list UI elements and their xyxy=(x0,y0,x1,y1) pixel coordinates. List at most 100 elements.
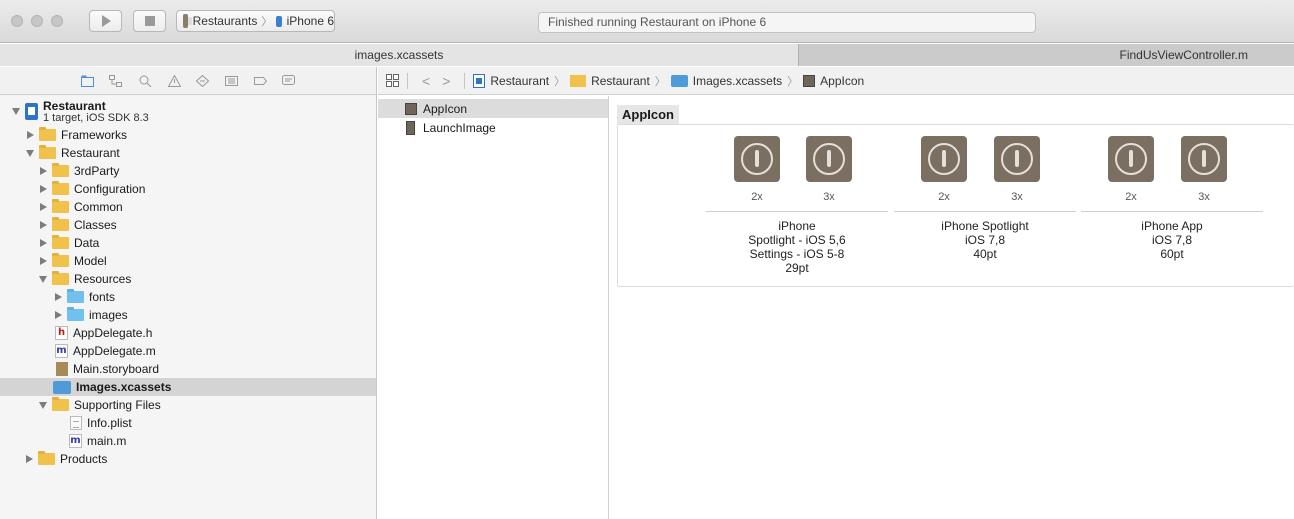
disclosure-closed-icon[interactable] xyxy=(40,167,47,175)
folder-icon xyxy=(52,217,69,231)
debug-icon[interactable] xyxy=(225,75,238,87)
tree-label: Restaurant xyxy=(61,146,120,160)
tree-row-model[interactable]: Model xyxy=(0,252,376,270)
tree-label: Info.plist xyxy=(87,416,132,430)
tree-row-main-m[interactable]: m main.m xyxy=(0,432,376,450)
folder-icon xyxy=(38,451,55,465)
icon-slot-40pt-3x[interactable] xyxy=(994,136,1040,182)
tree-label: 3rdParty xyxy=(74,164,120,178)
scheme-project-label: Restaurants xyxy=(192,14,258,28)
tree-row-images-xcassets[interactable]: Images.xcassets xyxy=(0,378,376,396)
stop-icon xyxy=(144,16,155,26)
fork-icon xyxy=(755,150,759,167)
scale-label: 2x xyxy=(938,191,950,203)
tree-row-main-storyboard[interactable]: Main.storyboard xyxy=(0,360,376,378)
close-window-button[interactable] xyxy=(11,15,23,27)
tab-images-xcassets[interactable]: images.xcassets xyxy=(0,44,798,66)
tree-row-appdelegate-h[interactable]: h AppDelegate.h xyxy=(0,324,376,342)
tree-row-classes[interactable]: Classes xyxy=(0,216,376,234)
forward-arrow-icon[interactable]: > xyxy=(442,73,450,89)
search-icon[interactable] xyxy=(139,75,152,87)
tree-row-products[interactable]: Products xyxy=(0,450,376,468)
storyboard-file-icon xyxy=(56,362,68,376)
tree-row-info-plist[interactable]: Info.plist xyxy=(0,414,376,432)
tree-label: Supporting Files xyxy=(74,398,161,412)
tree-row-frameworks[interactable]: Frameworks xyxy=(0,126,376,144)
blue-folder-icon xyxy=(67,289,84,303)
header-file-icon: h xyxy=(55,326,68,340)
disclosure-open-icon[interactable] xyxy=(39,401,47,409)
tree-row-configuration[interactable]: Configuration xyxy=(0,180,376,198)
related-items-icon[interactable] xyxy=(386,74,399,87)
tab-findusviewcontroller[interactable]: FindUsViewController.m xyxy=(798,44,1294,66)
scale-label: 2x xyxy=(1125,191,1137,203)
warning-icon[interactable] xyxy=(168,75,181,87)
asset-set-label: AppIcon xyxy=(423,101,468,116)
tree-label: main.m xyxy=(87,434,127,448)
disclosure-closed-icon[interactable] xyxy=(40,257,47,265)
tree-label: Classes xyxy=(74,218,117,232)
implementation-file-icon: m xyxy=(55,344,68,358)
tree-row-images[interactable]: images xyxy=(0,306,376,324)
disclosure-closed-icon[interactable] xyxy=(26,455,33,463)
symbol-icon[interactable] xyxy=(109,75,122,87)
folder-icon xyxy=(39,145,56,159)
icon-slot-60pt-2x[interactable] xyxy=(1108,136,1154,182)
folder-icon xyxy=(52,163,69,177)
xcode-project-icon xyxy=(25,103,38,120)
disclosure-open-icon[interactable] xyxy=(12,108,20,115)
disclosure-closed-icon[interactable] xyxy=(40,203,47,211)
stop-button[interactable] xyxy=(133,10,166,32)
breadcrumb-group[interactable]: Restaurant xyxy=(591,74,650,88)
disclosure-closed-icon[interactable] xyxy=(55,311,62,319)
tree-row-resources[interactable]: Resources xyxy=(0,270,376,288)
tree-row-project[interactable]: Restaurant 1 target, iOS SDK 8.3 xyxy=(0,98,376,125)
disclosure-closed-icon[interactable] xyxy=(40,185,47,193)
zoom-window-button[interactable] xyxy=(51,15,63,27)
run-button[interactable] xyxy=(89,10,122,32)
editor-tab-bar: images.xcassets FindUsViewController.m xyxy=(0,44,1294,66)
folder-icon xyxy=(570,74,587,87)
tree-label: AppDelegate.m xyxy=(73,344,156,358)
test-icon[interactable] xyxy=(196,75,209,87)
asset-set-launchimage[interactable]: LaunchImage xyxy=(378,118,608,137)
disclosure-closed-icon[interactable] xyxy=(40,239,47,247)
breadcrumb-project[interactable]: Restaurant xyxy=(490,74,549,88)
chevron-right-icon: 〉 xyxy=(554,75,566,88)
folder-icon xyxy=(52,181,69,195)
scheme-selector[interactable]: Restaurants 〉 iPhone 6 xyxy=(176,10,335,32)
tree-row-data[interactable]: Data xyxy=(0,234,376,252)
icon-slot-40pt-2x[interactable] xyxy=(921,136,967,182)
breadcrumb-assets[interactable]: Images.xcassets xyxy=(693,74,782,88)
folder-icon[interactable] xyxy=(81,75,94,87)
group-label-29pt: iPhone Spotlight - iOS 5,6 Settings - iO… xyxy=(748,219,846,275)
disclosure-open-icon[interactable] xyxy=(26,149,34,157)
icon-slot-29pt-3x[interactable] xyxy=(806,136,852,182)
folder-icon xyxy=(52,397,69,411)
disclosure-closed-icon[interactable] xyxy=(55,293,62,301)
group-label-40pt: iPhone Spotlight iOS 7,8 40pt xyxy=(941,219,1029,261)
tree-label: AppDelegate.h xyxy=(73,326,153,340)
log-icon[interactable] xyxy=(282,75,295,87)
window-toolbar: Restaurants 〉 iPhone 6 Finished running … xyxy=(0,0,1294,43)
tree-row-restaurant-group[interactable]: Restaurant xyxy=(0,144,376,162)
tree-row-supporting-files[interactable]: Supporting Files xyxy=(0,396,376,414)
breadcrumb-appicon[interactable]: AppIcon xyxy=(820,74,864,88)
tree-label: Main.storyboard xyxy=(73,362,160,376)
tree-row-fonts[interactable]: fonts xyxy=(0,288,376,306)
icon-slot-29pt-2x[interactable] xyxy=(734,136,780,182)
group-divider xyxy=(894,211,1076,212)
disclosure-open-icon[interactable] xyxy=(39,275,47,283)
tree-row-common[interactable]: Common xyxy=(0,198,376,216)
breakpoint-icon[interactable] xyxy=(254,75,267,87)
disclosure-closed-icon[interactable] xyxy=(27,131,34,139)
folder-icon xyxy=(52,271,69,285)
asset-set-appicon[interactable]: AppIcon xyxy=(378,99,608,118)
disclosure-closed-icon[interactable] xyxy=(40,221,47,229)
icon-slot-60pt-3x[interactable] xyxy=(1181,136,1227,182)
tree-row-appdelegate-m[interactable]: m AppDelegate.m xyxy=(0,342,376,360)
project-subtitle: 1 target, iOS SDK 8.3 xyxy=(43,111,149,124)
back-arrow-icon[interactable]: < xyxy=(422,73,430,89)
minimize-window-button[interactable] xyxy=(31,15,43,27)
tree-row-3rdparty[interactable]: 3rdParty xyxy=(0,162,376,180)
